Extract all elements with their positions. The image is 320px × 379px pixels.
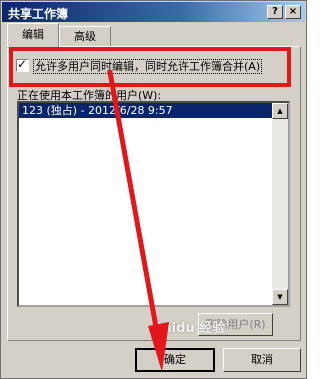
cancel-button[interactable]: 取消 [223, 348, 301, 372]
vertical-scrollbar[interactable]: ▲ ▼ [272, 103, 288, 305]
tab-advanced[interactable]: 高级 [59, 26, 111, 46]
close-button[interactable]: × [285, 5, 301, 19]
list-item[interactable]: 123 (独占) - 2012/6/28 9:57 [19, 103, 273, 118]
watermark-logo: Baidu 经验 [153, 321, 226, 336]
tab-edit[interactable]: 编辑 [7, 23, 59, 47]
dialog-title: 共享工作簿 [8, 7, 69, 21]
users-list[interactable]: 123 (独占) - 2012/6/28 9:57 ▲ ▼ [17, 101, 290, 307]
ok-button[interactable]: 确定 [135, 348, 215, 372]
help-button[interactable]: ? [267, 5, 283, 19]
share-workbook-dialog: 共享工作簿 ? × 编辑 高级 ✓ 允许多用户同时编辑，同时允许工作簿合并(A)… [0, 0, 307, 379]
scroll-up-icon[interactable]: ▲ [272, 103, 288, 119]
highlight-annotation-box [9, 47, 291, 87]
scroll-down-icon[interactable]: ▼ [272, 289, 288, 305]
title-bar: 共享工作簿 ? × [2, 2, 305, 22]
